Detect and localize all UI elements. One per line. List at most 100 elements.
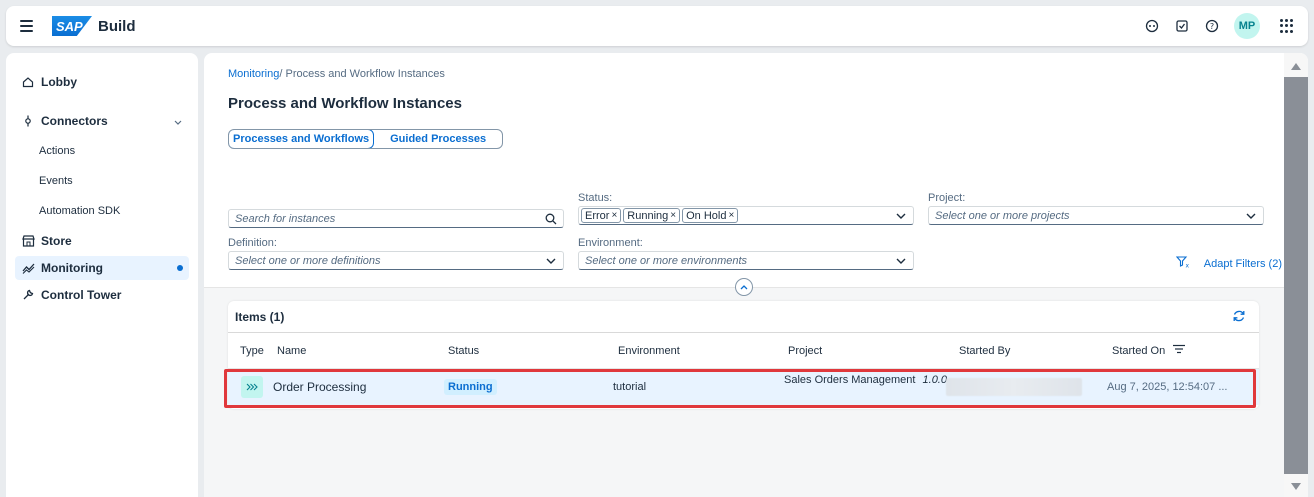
column-header-status[interactable]: Status [448, 345, 479, 357]
search-filter: Search for instances [228, 209, 564, 228]
status-token-on-hold[interactable]: On Hold × [682, 208, 739, 223]
scroll-up-arrow-icon[interactable] [1290, 61, 1302, 71]
status-token-running[interactable]: Running × [623, 208, 681, 223]
svg-text:?: ? [1210, 22, 1214, 31]
app-grid-icon[interactable] [1280, 19, 1294, 33]
shell-bar: SAP Build ? MP [6, 6, 1308, 46]
user-avatar[interactable]: MP [1234, 13, 1260, 39]
column-header-name[interactable]: Name [277, 345, 306, 357]
sidebar-item-control-tower[interactable]: Control Tower [6, 280, 198, 310]
environment-multi-combobox[interactable]: Select one or more environments [578, 251, 914, 270]
cell-environment: tutorial [613, 381, 647, 393]
definition-placeholder: Select one or more definitions [235, 254, 381, 267]
breadcrumb-separator: / [279, 68, 283, 80]
close-icon[interactable]: × [611, 210, 617, 221]
trend-icon [21, 261, 35, 275]
column-header-environment[interactable]: Environment [618, 345, 680, 357]
chevron-down-icon[interactable] [895, 255, 907, 267]
store-icon [21, 234, 35, 248]
sidebar-item-store[interactable]: Store [6, 226, 198, 256]
sidebar-item-label: Lobby [41, 75, 77, 89]
sort-icon[interactable] [1173, 344, 1186, 357]
joule-icon[interactable] [1144, 18, 1160, 34]
connector-icon [21, 114, 35, 128]
cell-started-by-redacted [946, 378, 1082, 396]
cell-name: Order Processing [273, 380, 367, 394]
instance-type-segmented-button: Processes and Workflows Guided Processes [228, 129, 504, 149]
status-filter: Status: Error × Running × On Hold × [578, 192, 914, 225]
chevron-down-icon[interactable] [545, 255, 557, 267]
chevrons-right-icon [241, 376, 263, 398]
breadcrumb-link-monitoring[interactable]: Monitoring [228, 68, 279, 80]
status-label: Status: [578, 192, 613, 204]
definition-multi-combobox[interactable]: Select one or more definitions [228, 251, 564, 270]
chevron-down-icon[interactable] [895, 210, 907, 222]
collapse-header-button[interactable] [735, 278, 753, 296]
instances-table: Items (1) Type Name Status Environment P… [228, 301, 1259, 409]
side-navigation: Lobby Connectors Actions Events Automati… [6, 53, 198, 497]
page-header: Monitoring/ Process and Workflow Instanc… [204, 53, 1308, 288]
sidebar-item-monitoring[interactable]: Monitoring [15, 256, 189, 280]
filter-icon: x [1175, 256, 1190, 271]
column-header-started-on[interactable]: Started On [1112, 344, 1186, 357]
column-header-type[interactable]: Type [240, 345, 264, 357]
project-filter: Project: Select one or more projects [928, 192, 1264, 225]
search-placeholder: Search for instances [235, 212, 336, 225]
sidebar-item-label: Control Tower [41, 288, 122, 302]
environment-filter: Environment: Select one or more environm… [578, 237, 914, 270]
main-content: Monitoring/ Process and Workflow Instanc… [204, 53, 1308, 497]
inbox-icon[interactable] [1174, 18, 1190, 34]
shell-actions: ? MP [1144, 13, 1294, 39]
vertical-scrollbar[interactable] [1284, 53, 1308, 497]
table-toolbar: Items (1) [228, 301, 1259, 333]
table-title: Items (1) [235, 309, 285, 324]
table-row[interactable]: Order Processing Running tutorial Sales … [228, 369, 1259, 405]
close-icon[interactable]: × [728, 210, 734, 221]
project-multi-combobox[interactable]: Select one or more projects [928, 206, 1264, 225]
cell-project: Sales Orders Management 1.0.0 [784, 374, 947, 386]
page-title: Process and Workflow Instances [228, 95, 462, 112]
segment-guided-processes[interactable]: Guided Processes [374, 130, 502, 148]
definition-filter: Definition: Select one or more definitio… [228, 237, 564, 270]
sap-logo[interactable]: SAP [52, 16, 92, 36]
home-icon [21, 75, 35, 89]
project-label: Project: [928, 192, 966, 204]
definition-label: Definition: [228, 237, 277, 249]
svg-text:x: x [1185, 263, 1189, 269]
status-badge: Running [444, 379, 497, 395]
adapt-filters-label: Adapt Filters (2) [1203, 257, 1282, 270]
product-name[interactable]: Build [98, 18, 136, 35]
sidebar-item-lobby[interactable]: Lobby [6, 67, 198, 97]
token-label: On Hold [686, 209, 727, 222]
project-placeholder: Select one or more projects [935, 209, 1070, 222]
chevron-down-icon[interactable] [1245, 210, 1257, 222]
refresh-icon[interactable] [1232, 309, 1248, 325]
search-icon[interactable] [545, 213, 557, 225]
chevron-down-icon[interactable] [174, 115, 182, 129]
status-multi-combobox[interactable]: Error × Running × On Hold × [578, 206, 914, 225]
help-icon[interactable]: ? [1204, 18, 1220, 34]
column-header-started-by[interactable]: Started By [959, 345, 1010, 357]
close-icon[interactable]: × [670, 210, 676, 221]
menu-icon[interactable] [20, 18, 36, 34]
sidebar-item-connectors[interactable]: Connectors [6, 106, 198, 136]
search-input[interactable]: Search for instances [228, 209, 564, 228]
adapt-filters-button[interactable]: x Adapt Filters (2) [1175, 256, 1282, 271]
scroll-down-arrow-icon[interactable] [1290, 481, 1302, 491]
segment-processes-and-workflows[interactable]: Processes and Workflows [229, 130, 375, 148]
status-token-error[interactable]: Error × [581, 208, 622, 223]
sidebar-item-actions[interactable]: Actions [6, 136, 198, 166]
sidebar-item-automation-sdk[interactable]: Automation SDK [6, 196, 198, 226]
scrollbar-thumb[interactable] [1284, 77, 1308, 474]
project-version: 1.0.0 [922, 374, 947, 386]
project-name: Sales Orders Management [784, 374, 916, 386]
token-label: Error [585, 209, 610, 222]
column-header-project[interactable]: Project [788, 345, 822, 357]
column-header-label: Started On [1112, 344, 1166, 357]
wrench-icon [21, 288, 35, 302]
table-header-row: Type Name Status Environment Project Sta… [228, 333, 1259, 369]
sidebar-item-events[interactable]: Events [6, 166, 198, 196]
cell-started-on: Aug 7, 2025, 12:54:07 ... [1107, 381, 1228, 393]
breadcrumb-current: Process and Workflow Instances [285, 68, 445, 80]
environment-placeholder: Select one or more environments [585, 254, 748, 267]
